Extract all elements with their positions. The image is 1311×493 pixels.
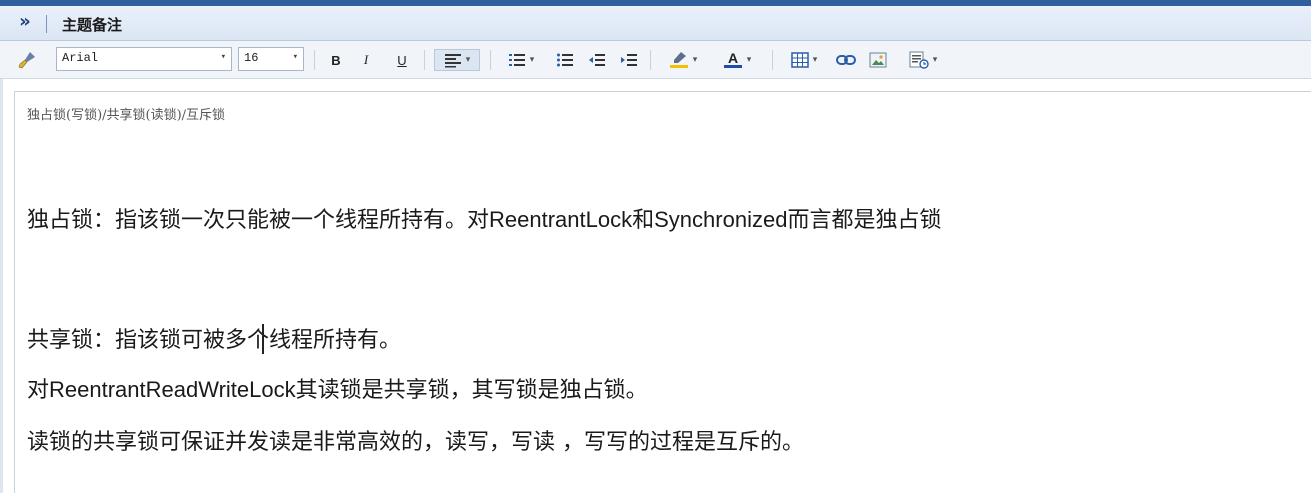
highlight-color-button[interactable]: ▾ [660, 49, 706, 71]
bold-button[interactable]: B [326, 49, 346, 71]
chevron-down-icon: ▾ [692, 55, 698, 65]
toolbar-separator [314, 50, 315, 70]
increase-indent-icon [621, 54, 637, 66]
chevron-down-icon: ▾ [746, 55, 752, 65]
chevron-down-icon: ▾ [292, 52, 298, 62]
align-button[interactable]: ▾ [434, 49, 480, 71]
decrease-indent-icon [589, 54, 605, 66]
insert-image-button[interactable] [866, 49, 890, 71]
toolbar-separator [772, 50, 773, 70]
highlight-color-icon [669, 52, 688, 68]
font-color-button[interactable]: A ▾ [714, 49, 760, 71]
toolbar-separator [650, 50, 651, 70]
note-line-1-part-d: Synchronized [654, 207, 788, 232]
bullet-list-icon [557, 53, 573, 67]
notes-title-bar: » 主题备注 [0, 6, 1311, 41]
chevron-down-icon: ▾ [812, 55, 818, 65]
note-line-1-part-e: 而言都是独占锁 [787, 208, 942, 233]
font-size-select[interactable]: 16 ▾ [238, 47, 304, 71]
bullet-list-button[interactable] [554, 49, 576, 71]
link-icon [836, 55, 856, 65]
note-line-1-part-a: 独占锁：指该锁一次只能被一个线程所持有。对 [27, 208, 490, 233]
font-color-icon: A [723, 51, 742, 68]
table-icon [790, 52, 809, 68]
chevron-down-icon: ▾ [220, 52, 226, 62]
insert-template-icon [909, 51, 929, 69]
italic-button[interactable]: I [356, 49, 376, 71]
text-cursor [262, 324, 264, 354]
note-line-1-part-b: ReentrantLock [489, 207, 633, 232]
panel-left-edge [0, 79, 3, 493]
toolbar-separator [490, 50, 491, 70]
numbered-list-button[interactable]: ▾ [500, 49, 542, 71]
panel-title: 主题备注 [62, 16, 123, 34]
clear-format-icon[interactable] [14, 49, 40, 71]
underline-button[interactable]: U [392, 49, 412, 71]
font-family-select[interactable]: Arial ▾ [56, 47, 232, 71]
notes-editor[interactable]: 独占锁：指该锁一次只能被一个线程所持有。对ReentrantLock和Synch… [14, 132, 1311, 493]
chevron-down-icon: ▾ [932, 55, 938, 65]
align-left-icon [444, 54, 461, 68]
image-icon [869, 52, 887, 68]
note-line-3-part-a: 对 [27, 378, 50, 403]
subject-field[interactable]: 独占锁(写锁)/共享锁(读锁)/互斥锁 [14, 91, 1311, 133]
insert-table-button[interactable]: ▾ [782, 49, 826, 71]
note-line-2: 共享锁：指该锁可被多个线程所持有。 [27, 328, 402, 353]
formatting-toolbar: Arial ▾ 16 ▾ B I U ▾ ▾ ▾ A ▾ ▾ ▾ [0, 41, 1311, 79]
toolbar-separator [424, 50, 425, 70]
collapse-panel-button[interactable]: » [14, 12, 36, 34]
note-line-3-part-b: ReentrantReadWriteLock [49, 377, 296, 402]
note-line-3: 对ReentrantReadWriteLock其读锁是共享锁，其写锁是独占锁。 [27, 372, 648, 404]
chevron-down-icon: ▾ [465, 55, 471, 65]
svg-text:A: A [728, 51, 738, 66]
decrease-indent-button[interactable] [586, 49, 608, 71]
increase-indent-button[interactable] [618, 49, 640, 71]
insert-template-button[interactable]: ▾ [900, 49, 946, 71]
numbered-list-icon [508, 54, 525, 66]
note-line-3-part-c: 其读锁是共享锁，其写锁是独占锁。 [295, 378, 648, 403]
font-size-value: 16 [244, 51, 259, 65]
title-separator [46, 15, 47, 33]
font-family-value: Arial [62, 51, 99, 65]
note-line-4: 读锁的共享锁可保证并发读是非常高效的，读写，写读 ，写写的过程是互斥的。 [27, 430, 804, 455]
note-line-1: 独占锁：指该锁一次只能被一个线程所持有。对ReentrantLock和Synch… [27, 202, 941, 234]
chevron-down-icon: ▾ [529, 55, 535, 65]
subject-text: 独占锁(写锁)/共享锁(读锁)/互斥锁 [27, 108, 226, 123]
note-line-1-part-c: 和 [632, 208, 655, 233]
insert-link-button[interactable] [834, 49, 858, 71]
